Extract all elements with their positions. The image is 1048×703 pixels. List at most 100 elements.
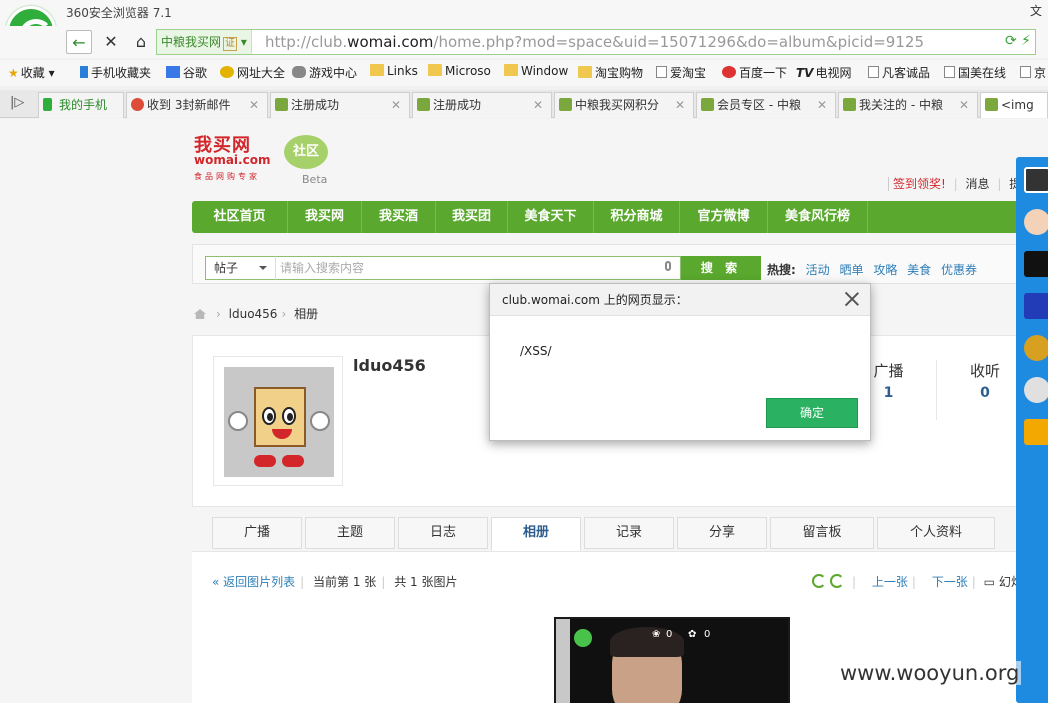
nav-points-mall[interactable]: 积分商城	[594, 201, 680, 233]
home-icon[interactable]	[194, 309, 206, 319]
page-icon	[944, 66, 955, 78]
microphone-icon[interactable]	[665, 261, 671, 271]
bookmark-jd[interactable]: 京	[1020, 64, 1046, 81]
tab-profile-info[interactable]: 个人资料	[877, 517, 995, 549]
bookmark-tv[interactable]: TV 电视网	[796, 64, 852, 81]
rotate-right-icon[interactable]	[830, 574, 844, 588]
breadcrumb-album[interactable]: 相册	[294, 307, 318, 321]
nav-group[interactable]: 我买团	[436, 201, 508, 233]
nav-food[interactable]: 美食天下	[508, 201, 594, 233]
bookmark-aitaobao[interactable]: 爱淘宝	[656, 64, 706, 81]
home-button[interactable]: ⌂	[128, 30, 154, 54]
sidebar-app-icon[interactable]	[1024, 335, 1048, 361]
tab-broadcast[interactable]: 广播	[212, 517, 302, 549]
ok-button[interactable]: 确定	[766, 398, 858, 428]
url-path: /home.php?mod=space&uid=15071296&do=albu…	[433, 33, 924, 51]
nav-wine[interactable]: 我买酒	[362, 201, 436, 233]
watermark: www.wooyun.org	[838, 661, 1022, 685]
hot-link[interactable]: 活动	[806, 263, 830, 277]
sidebar-friends-icon[interactable]	[1024, 209, 1048, 235]
nav-ranking[interactable]: 美食风行榜	[768, 201, 868, 233]
search-button[interactable]: 搜 索	[681, 256, 761, 280]
nav-weibo[interactable]: 官方微博	[680, 201, 768, 233]
bookmark-gome[interactable]: 国美在线	[944, 64, 1006, 81]
avatar-hand	[228, 411, 248, 431]
breadcrumb: › lduo456 › 相册	[194, 305, 318, 322]
tab-points[interactable]: 中粮我买网积分 ✕	[554, 92, 694, 118]
search-type-select[interactable]: 帖子	[205, 256, 275, 280]
nav-womai[interactable]: 我买网	[288, 201, 362, 233]
tab-my-phone[interactable]: 我的手机	[38, 92, 124, 118]
back-to-list-link[interactable]: « 返回图片列表	[212, 575, 295, 589]
hot-label: 热搜:	[767, 263, 796, 277]
bookmark-taobao-shop[interactable]: 淘宝购物	[578, 64, 643, 81]
tab-records[interactable]: 记录	[584, 517, 674, 549]
next-link[interactable]: 下一张	[932, 575, 968, 589]
stop-button[interactable]: ✕	[98, 30, 124, 54]
bookmark-windows[interactable]: Window	[504, 64, 568, 78]
sidebar-avatar-icon[interactable]	[1024, 167, 1048, 193]
tab-guestbook[interactable]: 留言板	[770, 517, 874, 549]
bookmark-baidu[interactable]: 百度一下	[722, 64, 787, 81]
bookmark-mobile[interactable]: 手机收藏夹	[80, 64, 151, 81]
close-icon[interactable]: ✕	[959, 93, 969, 117]
sidebar-app-icon[interactable]	[1024, 293, 1048, 319]
site-logo[interactable]: 我买网 womai.com 食品网购专家 社区 Beta	[194, 131, 328, 186]
folder-icon	[578, 66, 592, 78]
hot-link[interactable]: 美食	[907, 263, 931, 277]
search-input[interactable]: 请输入搜索内容	[275, 256, 681, 280]
rotate-left-icon[interactable]	[812, 574, 826, 588]
bookmark-vancl[interactable]: 凡客诚品	[868, 64, 930, 81]
avatar-eye	[262, 407, 276, 425]
bookmark-microsoft[interactable]: Microso	[428, 64, 491, 78]
tab-register-2[interactable]: 注册成功 ✕	[412, 92, 552, 118]
close-icon[interactable]: ✕	[391, 93, 401, 117]
refresh-icon[interactable]: ⟳ ⚡	[1005, 33, 1031, 49]
tab-following[interactable]: 我关注的 - 中粮 ✕	[838, 92, 978, 118]
album-controls: | 上一张 | 下一张 | ▭ 幻灯	[812, 573, 1023, 590]
tab-share[interactable]: 分享	[677, 517, 767, 549]
hot-link[interactable]: 攻略	[873, 263, 897, 277]
url-text[interactable]: http://club.womai.com/home.php?mod=space…	[265, 33, 924, 51]
site-identity-badge[interactable]: 中粮我买网证 ▾	[157, 30, 252, 54]
close-icon[interactable]	[844, 291, 860, 307]
bookmark-favorites[interactable]: ★ 收藏 ▾	[8, 64, 55, 81]
avatar[interactable]	[213, 356, 343, 486]
close-icon[interactable]: ✕	[817, 93, 827, 117]
tab-blog[interactable]: 日志	[398, 517, 488, 549]
sidebar-app-icon[interactable]	[1024, 419, 1048, 445]
address-bar[interactable]: 中粮我买网证 ▾ http://club.womai.com/home.php?…	[156, 29, 1036, 55]
bookmark-hao[interactable]: 网址大全	[220, 64, 285, 81]
breadcrumb-user[interactable]: lduo456	[229, 307, 278, 321]
bookmark-games[interactable]: 游戏中心	[292, 64, 357, 81]
tab-strip: |▷ 我的手机 收到 3封新邮件 ✕ 注册成功 ✕ 注册成功 ✕ 中粮我买网积分 ✕ 会…	[0, 90, 1048, 118]
sidebar-app-icon[interactable]	[1024, 251, 1048, 277]
back-button[interactable]: ←	[66, 30, 92, 54]
bookmark-links[interactable]: Links	[370, 64, 418, 78]
photo-stat-flower: 0	[666, 629, 673, 640]
hot-link[interactable]: 优惠券	[941, 263, 977, 277]
page-icon	[656, 66, 667, 78]
close-icon[interactable]: ✕	[533, 93, 543, 117]
nav-community-home[interactable]: 社区首页	[192, 201, 288, 233]
messages-link[interactable]: 消息	[966, 177, 990, 191]
prev-link[interactable]: 上一张	[872, 575, 908, 589]
sign-in-reward-link[interactable]: 签到领奖!	[888, 177, 946, 191]
bookmark-google[interactable]: 谷歌	[166, 64, 207, 81]
site-name: 中粮我买网	[161, 35, 222, 49]
sidebar-app-icon[interactable]	[1024, 377, 1048, 403]
avatar-hand	[310, 411, 330, 431]
tab-topics[interactable]: 主题	[305, 517, 395, 549]
tab-img-active[interactable]: <img	[980, 92, 1048, 118]
tv-icon: TV	[796, 66, 814, 80]
window-menu[interactable]: 文	[1030, 2, 1042, 19]
close-icon[interactable]: ✕	[675, 93, 685, 117]
hot-link[interactable]: 晒单	[839, 263, 863, 277]
tab-register-1[interactable]: 注册成功 ✕	[270, 92, 410, 118]
close-icon[interactable]: ✕	[249, 93, 259, 117]
tab-member[interactable]: 会员专区 - 中粮 ✕	[696, 92, 836, 118]
tab-mail[interactable]: 收到 3封新邮件 ✕	[126, 92, 268, 118]
album-photo[interactable]: ❀ 0 ✿ 0	[554, 617, 790, 703]
tab-album[interactable]: 相册	[491, 517, 581, 551]
tab-list-icon[interactable]: |▷	[10, 95, 24, 110]
